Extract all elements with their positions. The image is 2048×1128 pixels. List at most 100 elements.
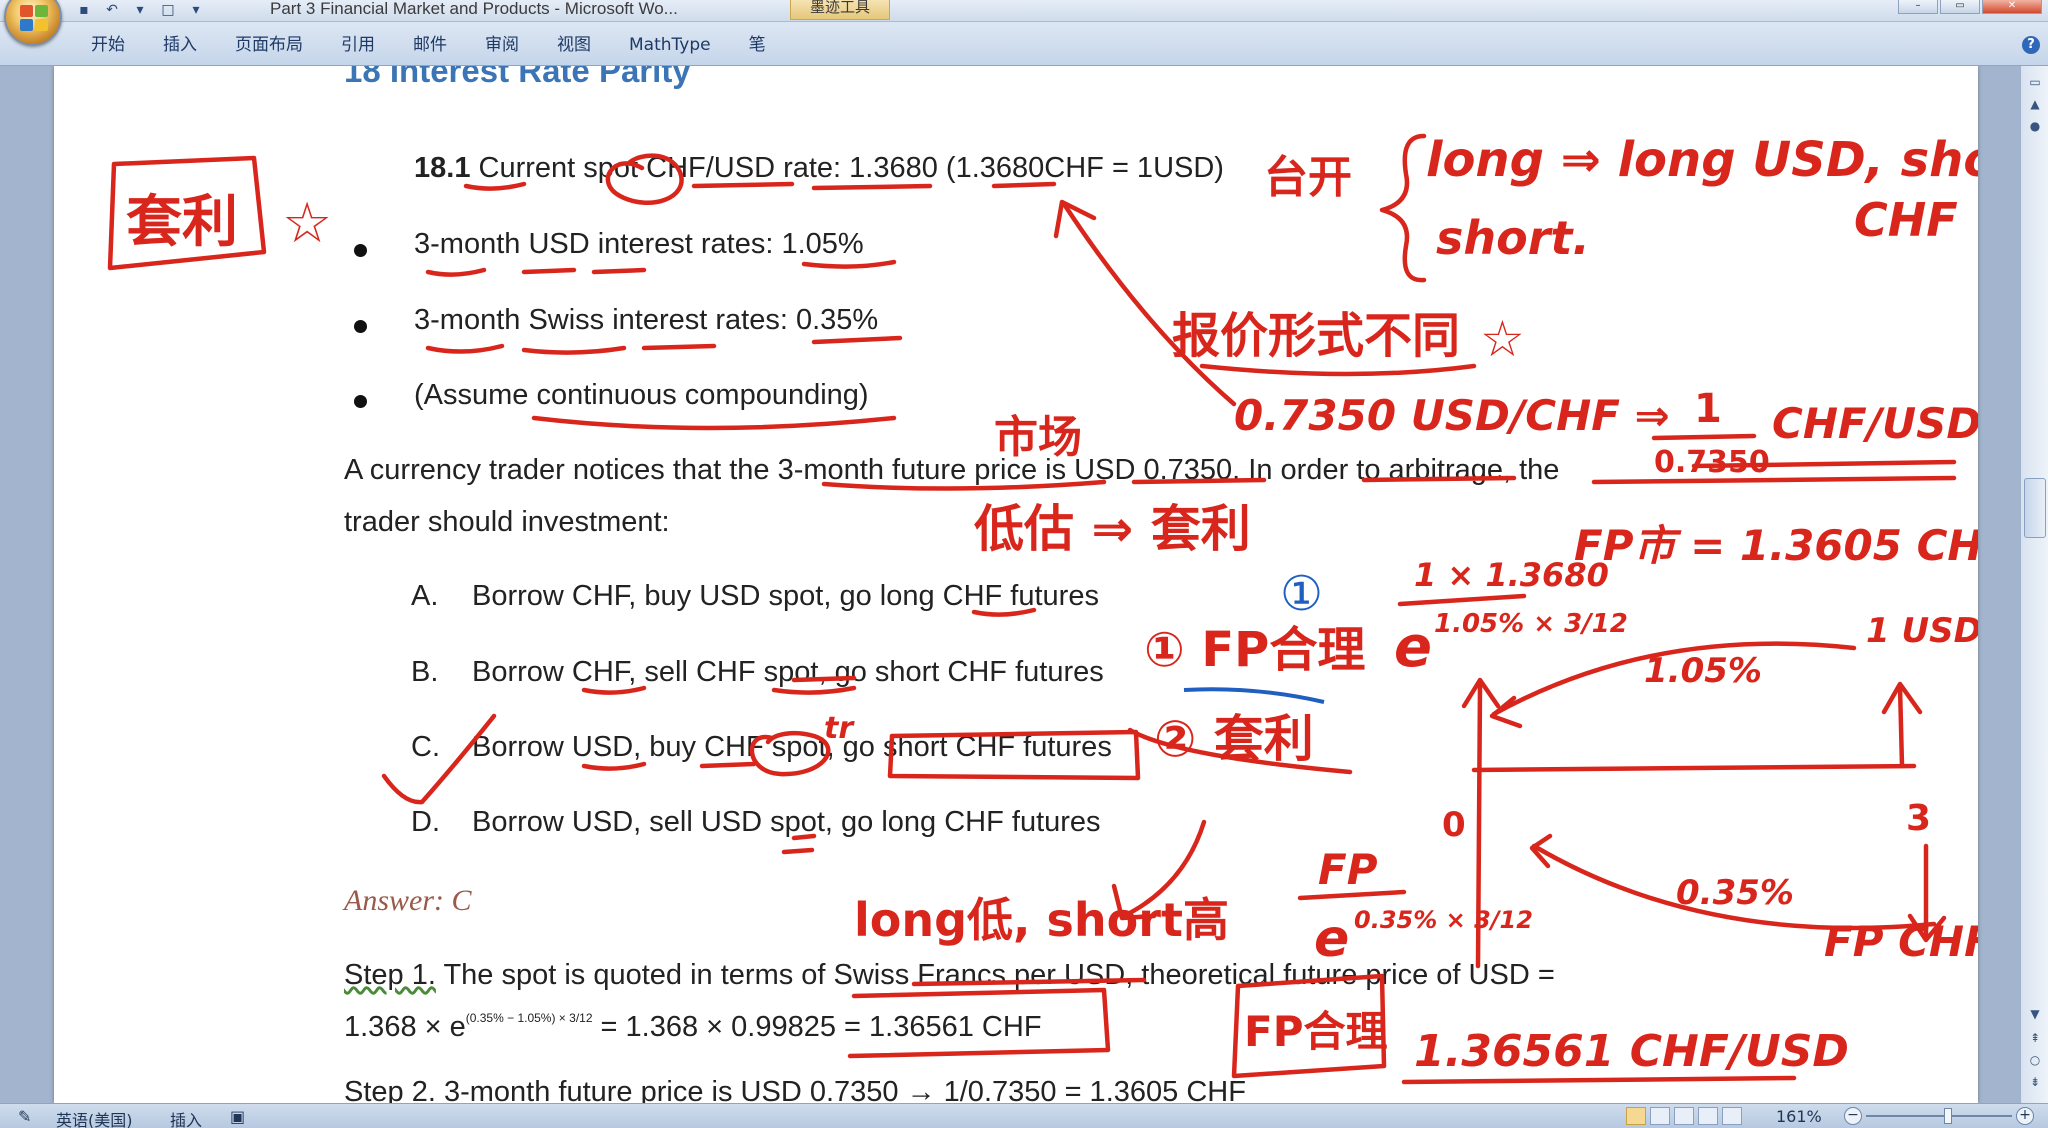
tab-view[interactable]: 视图 (538, 32, 610, 58)
ink-text-discount-num: 1 × 1.3680 (1414, 556, 1609, 594)
redo-icon[interactable]: □ (158, 1, 178, 19)
ink-text-chf-usd: CHF/USD (1772, 399, 1978, 448)
step1-formula: 1.368 × e(0.35% − 1.05%) × 3/12 = 1.368 … (344, 1011, 1042, 1044)
ink-text-kai-cang: 台开 (1264, 152, 1352, 203)
ink-curve-usd (1491, 641, 1857, 717)
document-page[interactable]: 18 Interest Rate Parity 18.1 Current spo… (54, 66, 1978, 1103)
next-page-icon[interactable]: ⇟ (2025, 1072, 2045, 1092)
scroll-down-icon[interactable]: ▼ (2025, 1004, 2045, 1024)
tab-page-layout[interactable]: 页面布局 (216, 32, 322, 58)
select-browse-object-icon[interactable]: ○ (2025, 1050, 2045, 1070)
step1-line-1: Step 1. The spot is quoted in terms of S… (344, 959, 1555, 992)
ink-fraction-discount (1397, 593, 1527, 607)
save-icon[interactable]: ▪ (74, 1, 94, 19)
ink-timeline-top (1471, 763, 1917, 773)
ink-text-fp-exp: 0.35% × 3/12 (1354, 906, 1533, 934)
bullet-usd-rate: 3-month USD interest rates: 1.05% (414, 228, 864, 260)
zoom-in-icon[interactable]: + (2016, 1107, 2034, 1125)
web-layout-view-button[interactable] (1674, 1107, 1694, 1125)
ink-text-mispricing: 低估 ⇒ 套利 (974, 500, 1251, 558)
ruler-toggle-icon[interactable]: ▭ (2025, 72, 2045, 92)
tab-insert[interactable]: 插入 (144, 32, 216, 58)
outline-view-button[interactable] (1698, 1107, 1718, 1125)
ink-tools-context-tab[interactable]: 墨迹工具 (790, 0, 890, 20)
document-area[interactable]: 18 Interest Rate Parity 18.1 Current spo… (0, 66, 2020, 1103)
status-language[interactable]: 英语(美国) (56, 1107, 133, 1128)
bullet-swiss-rate: 3-month Swiss interest rates: 0.35% (414, 304, 879, 336)
proofing-icon[interactable]: ✎ (18, 1107, 31, 1126)
scrollbar-thumb[interactable] (2024, 478, 2046, 538)
bullet-dot (354, 395, 367, 408)
ink-box-arb-c (1127, 727, 1353, 775)
close-button[interactable]: ✕ (1982, 0, 2042, 14)
minimize-button[interactable]: – (1898, 0, 1938, 14)
scroll-up-icon[interactable]: ▲ (2025, 94, 2045, 114)
window-title: Part 3 Financial Market and Products - M… (270, 0, 678, 18)
tab-review[interactable]: 审阅 (466, 32, 538, 58)
ink-text-tao-li: 套利 (126, 190, 238, 255)
ink-fraction-line (1651, 433, 1757, 441)
status-bar: ✎ 英语(美国) 插入 ▣ 161% − + (0, 1103, 2048, 1128)
customize-qat-icon[interactable]: ▾ (186, 1, 206, 19)
ink-underline-quote-diff (1199, 363, 1477, 377)
option-b-text: Borrow CHF, sell CHF spot, go short CHF … (472, 656, 1104, 688)
previous-page-icon[interactable]: ⇞ (2025, 1028, 2045, 1048)
zoom-knob[interactable] (1944, 1108, 1952, 1124)
ink-underline-rate-swiss (811, 335, 903, 345)
step1-label: Step 1. (344, 959, 436, 991)
vertical-scrollbar[interactable]: ▭ ▲ ● ▼ ⇞ ○ ⇟ (2020, 66, 2048, 1103)
ink-left-vertical (1475, 683, 1483, 969)
ink-text-frac-den: 0.7350 (1654, 445, 1770, 480)
ink-arrowhead-2 (1111, 883, 1157, 921)
help-icon[interactable]: ? (2022, 36, 2040, 54)
step1-sentence: The spot is quoted in terms of Swiss Fra… (435, 959, 1555, 991)
draft-view-button[interactable] (1722, 1107, 1742, 1125)
question-stem-line-1: A currency trader notices that the 3-mon… (344, 454, 1560, 486)
ink-star-2: ☆ (1480, 310, 1525, 368)
ink-left-arrowhead (1461, 677, 1501, 709)
spot-rate-text: Current spot CHF/USD rate: 1.3680 (1.368… (478, 152, 1224, 184)
tab-mailings[interactable]: 邮件 (394, 32, 466, 58)
ink-underline-compounding (531, 415, 897, 431)
tab-mathtype[interactable]: MathType (610, 32, 730, 58)
ink-text-circled-1: ① (1280, 566, 1323, 622)
ink-text-three: 3 (1906, 798, 1931, 839)
option-a-letter: A. (411, 580, 439, 612)
zoom-slider[interactable]: − + (1844, 1107, 2034, 1125)
formula-base: 1.368 × e (344, 1011, 466, 1043)
scroll-up-arrow-icon[interactable]: ● (2025, 116, 2045, 136)
ink-text-one-usd: 1 USD (1866, 611, 1978, 651)
full-screen-reading-view-button[interactable] (1650, 1107, 1670, 1125)
zoom-out-icon[interactable]: − (1844, 1107, 1862, 1125)
option-b-letter: B. (411, 656, 439, 688)
ink-underline-chf-usd (1691, 459, 1957, 469)
window-controls: – ▭ ✕ (1898, 0, 2042, 14)
ink-underline-chf (811, 183, 933, 191)
option-d-letter: D. (411, 806, 440, 838)
zoom-level[interactable]: 161% (1776, 1107, 1822, 1126)
section-heading: 18 Interest Rate Parity (344, 66, 691, 89)
tab-references[interactable]: 引用 (322, 32, 394, 58)
ink-line-right (1591, 475, 1957, 485)
print-layout-view-button[interactable] (1626, 1107, 1646, 1125)
ink-blue-underline (1183, 687, 1325, 704)
ink-curve-usd-head (1489, 695, 1523, 729)
ink-text-chf-top: CHF (1854, 193, 1958, 247)
tab-pen[interactable]: 笔 (730, 32, 785, 58)
maximize-button[interactable]: ▭ (1940, 0, 1980, 14)
undo-icon[interactable]: ↶ (102, 1, 122, 19)
ink-text-fp-chf: FP CHF (1824, 917, 1978, 966)
ink-arrow-2 (1121, 819, 1207, 919)
ink-text-r-chf: 0.35% (1676, 873, 1794, 913)
tab-home[interactable]: 开始 (72, 32, 144, 58)
ribbon-tab-bar: 开始 插入 页面布局 引用 邮件 审阅 视图 MathType 笔 ? (0, 22, 2048, 66)
ink-underline-rate-usd (801, 259, 897, 269)
undo-dropdown-icon[interactable]: ▾ (130, 1, 150, 19)
option-c-text: Borrow USD, buy CHF spot, go short CHF f… (472, 731, 1112, 763)
status-insert-mode[interactable]: 插入 (170, 1107, 202, 1128)
macro-record-icon[interactable]: ▣ (230, 1107, 245, 1126)
ink-arrowhead-1 (1053, 199, 1097, 239)
step2-partial-line: Step 2. 3-month future price is USD 0.73… (344, 1076, 1246, 1103)
ink-text-long-short: long ⇒ long USD, short (1426, 132, 1978, 188)
office-logo-icon (20, 5, 48, 31)
